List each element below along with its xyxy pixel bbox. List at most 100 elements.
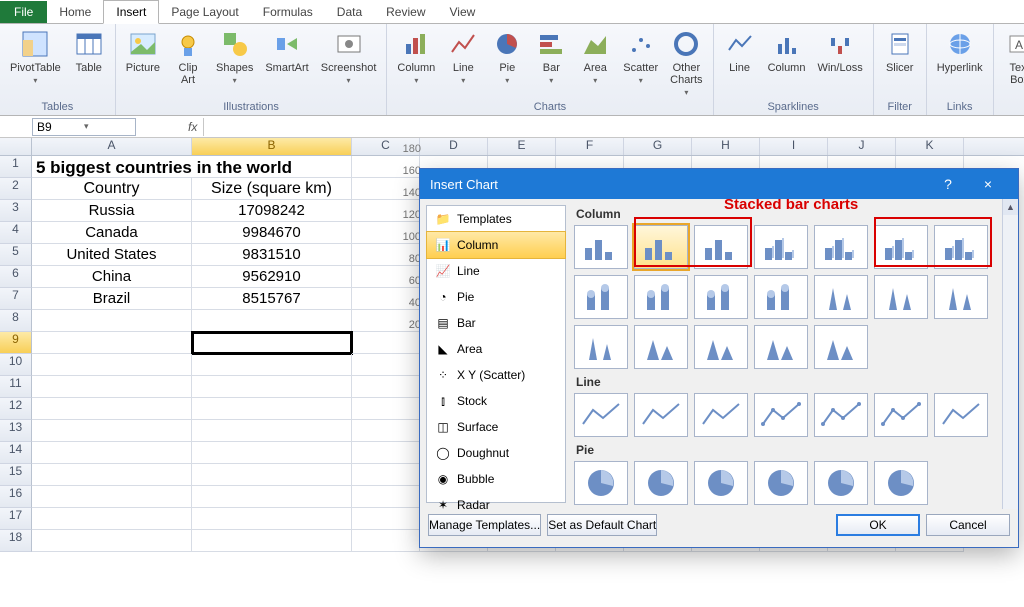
chart-thumb-line-1[interactable] xyxy=(634,393,688,437)
chart-thumb-pie-4[interactable] xyxy=(814,461,868,505)
cell[interactable]: 9984670 xyxy=(192,222,352,244)
chart-category-x-y-scatter-[interactable]: ⁘X Y (Scatter) xyxy=(427,362,565,388)
row-header[interactable]: 14 xyxy=(0,442,32,464)
chart-area-button[interactable]: Area▾ xyxy=(575,26,615,87)
chart-thumb-col3d-6[interactable] xyxy=(934,225,988,269)
cell[interactable] xyxy=(32,530,192,552)
cell[interactable] xyxy=(352,486,420,508)
chart-thumb-line-6[interactable] xyxy=(934,393,988,437)
chart-thumb-pyr-4[interactable] xyxy=(814,325,868,369)
chart-column-button[interactable]: Column▾ xyxy=(393,26,439,87)
chart-other-button[interactable]: Other Charts▾ xyxy=(666,26,706,99)
col-header-f[interactable]: F xyxy=(556,138,624,155)
chart-thumb-cyl-3[interactable] xyxy=(754,275,808,319)
chart-thumb-cyl-1[interactable] xyxy=(634,275,688,319)
row-header[interactable]: 15 xyxy=(0,464,32,486)
row-header[interactable]: 7 xyxy=(0,288,32,310)
chart-thumb-cone-0[interactable] xyxy=(574,325,628,369)
col-header-k[interactable]: K xyxy=(896,138,964,155)
tab-page-layout[interactable]: Page Layout xyxy=(159,1,250,23)
chart-category-doughnut[interactable]: ◯Doughnut xyxy=(427,440,565,466)
cell[interactable] xyxy=(192,486,352,508)
cell[interactable] xyxy=(352,376,420,398)
cell[interactable] xyxy=(32,332,192,354)
chart-thumb-col3d-4[interactable] xyxy=(814,225,868,269)
chart-thumb-linemark-4[interactable] xyxy=(814,393,868,437)
tab-formulas[interactable]: Formulas xyxy=(251,1,325,23)
chart-thumb-col-0[interactable] xyxy=(574,225,628,269)
row-header[interactable]: 1 xyxy=(0,156,32,178)
cell[interactable] xyxy=(192,420,352,442)
set-default-chart-button[interactable]: Set as Default Chart xyxy=(547,514,657,536)
cell[interactable]: 9831510 xyxy=(192,244,352,266)
dialog-help-button[interactable]: ? xyxy=(928,169,968,199)
cell[interactable] xyxy=(32,442,192,464)
table-button[interactable]: Table xyxy=(69,26,109,76)
cell[interactable] xyxy=(32,508,192,530)
row-header[interactable]: 12 xyxy=(0,398,32,420)
cell[interactable] xyxy=(352,442,420,464)
chart-pie-button[interactable]: Pie▾ xyxy=(487,26,527,87)
chart-thumb-pie-5[interactable] xyxy=(874,461,928,505)
row-header[interactable]: 2 xyxy=(0,178,32,200)
cell[interactable] xyxy=(32,354,192,376)
row-header[interactable]: 3 xyxy=(0,200,32,222)
chart-thumb-col3d-3[interactable] xyxy=(754,225,808,269)
chart-thumb-cone-6[interactable] xyxy=(934,275,988,319)
cell[interactable] xyxy=(32,420,192,442)
slicer-button[interactable]: Slicer xyxy=(880,26,920,76)
chart-thumb-pyr-2[interactable] xyxy=(694,325,748,369)
cell[interactable] xyxy=(352,354,420,376)
cell[interactable] xyxy=(192,332,352,354)
cell[interactable] xyxy=(192,398,352,420)
cell[interactable] xyxy=(352,508,420,530)
row-header[interactable]: 5 xyxy=(0,244,32,266)
cancel-button[interactable]: Cancel xyxy=(926,514,1010,536)
name-box[interactable]: B9▾ xyxy=(32,118,136,136)
chart-category-stock[interactable]: ⫾Stock xyxy=(427,388,565,414)
row-header[interactable]: 13 xyxy=(0,420,32,442)
chart-thumb-pyr-1[interactable] xyxy=(634,325,688,369)
cell[interactable]: 17098242 xyxy=(192,200,352,222)
cell[interactable]: 5 biggest countries in the world xyxy=(32,156,352,178)
tab-file[interactable]: File xyxy=(0,1,47,23)
cell[interactable] xyxy=(32,376,192,398)
scroll-up-icon[interactable]: ▲ xyxy=(1003,199,1018,215)
chart-thumb-col3d-5[interactable] xyxy=(874,225,928,269)
row-header[interactable]: 10 xyxy=(0,354,32,376)
cell[interactable] xyxy=(352,464,420,486)
formula-input[interactable] xyxy=(203,118,1024,136)
row-header[interactable]: 8 xyxy=(0,310,32,332)
tab-view[interactable]: View xyxy=(438,1,488,23)
col-header-b[interactable]: B xyxy=(192,138,352,155)
col-header-i[interactable]: I xyxy=(760,138,828,155)
cell[interactable]: Russia xyxy=(32,200,192,222)
spark-column-button[interactable]: Column xyxy=(764,26,810,76)
chart-thumb-pie-1[interactable] xyxy=(634,461,688,505)
row-header[interactable]: 17 xyxy=(0,508,32,530)
chart-thumb-line-0[interactable] xyxy=(574,393,628,437)
spark-line-button[interactable]: Line xyxy=(720,26,760,76)
spark-winloss-button[interactable]: Win/Loss xyxy=(813,26,866,76)
chart-thumb-pie-2[interactable] xyxy=(694,461,748,505)
tab-data[interactable]: Data xyxy=(325,1,374,23)
cell[interactable] xyxy=(192,310,352,332)
cell[interactable]: Country xyxy=(32,178,192,200)
chart-thumb-linemark-5[interactable] xyxy=(874,393,928,437)
smartart-button[interactable]: SmartArt xyxy=(261,26,312,76)
chart-thumb-pie-0[interactable] xyxy=(574,461,628,505)
clipart-button[interactable]: Clip Art xyxy=(168,26,208,88)
chart-line-button[interactable]: Line▾ xyxy=(443,26,483,87)
col-header-j[interactable]: J xyxy=(828,138,896,155)
cell[interactable] xyxy=(192,530,352,552)
picture-button[interactable]: Picture xyxy=(122,26,164,76)
col-header-g[interactable]: G xyxy=(624,138,692,155)
chart-thumb-col-2[interactable] xyxy=(694,225,748,269)
chart-category-column[interactable]: 📊Column xyxy=(427,232,565,258)
screenshot-button[interactable]: Screenshot▾ xyxy=(317,26,381,87)
chart-category-bar[interactable]: ▤Bar xyxy=(427,310,565,336)
manage-templates-button[interactable]: Manage Templates... xyxy=(428,514,541,536)
select-all-corner[interactable] xyxy=(0,138,32,155)
cell[interactable] xyxy=(352,398,420,420)
cell[interactable]: United States xyxy=(32,244,192,266)
